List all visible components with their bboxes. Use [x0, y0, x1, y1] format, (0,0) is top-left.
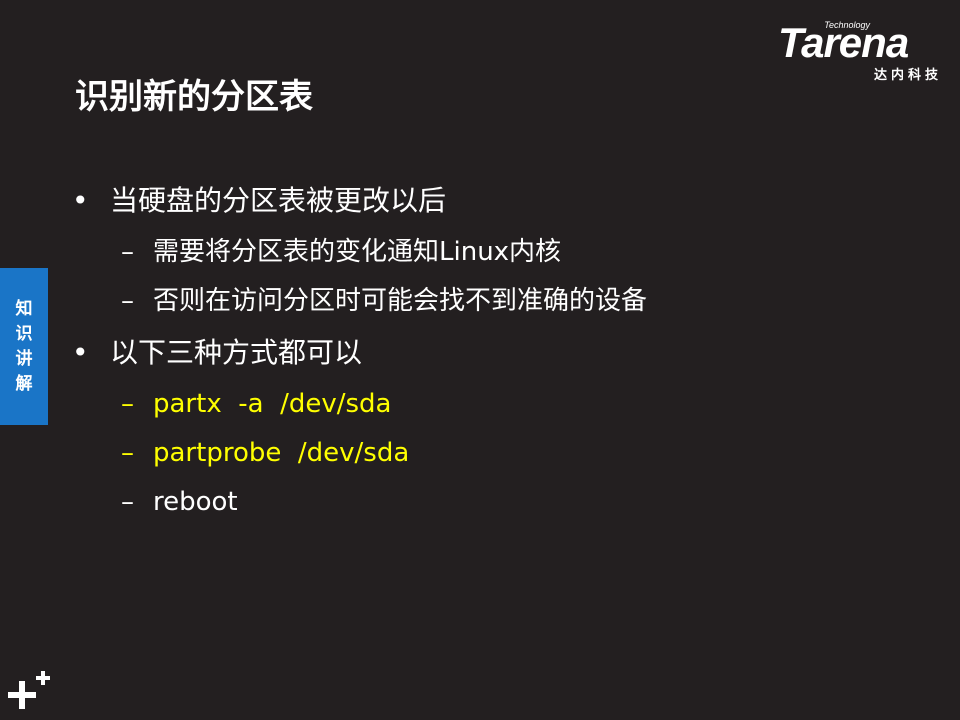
dash-marker: – — [121, 237, 134, 267]
bullet-marker: • — [72, 336, 89, 369]
logo-chinese: 达内科技 — [873, 68, 942, 83]
sub-bullet-text: partprobe /dev/sda — [153, 438, 410, 468]
sub-bullet-text: reboot — [153, 487, 238, 517]
tarena-logo: Technology Tarena 达内科技 — [778, 19, 946, 83]
dash-marker: – — [121, 438, 134, 468]
side-tab-char: 识 — [15, 323, 33, 344]
bullet-text: 当硬盘的分区表被更改以后 — [110, 184, 447, 217]
sub-bullet-item: – 需要将分区表的变化通知Linux内核 — [121, 235, 561, 269]
side-tab-char: 讲 — [15, 348, 33, 369]
sub-bullet-item: – partx -a /dev/sda — [121, 387, 391, 421]
dash-marker: – — [121, 389, 134, 419]
sub-bullet-text: 否则在访问分区时可能会找不到准确的设备 — [153, 286, 648, 316]
sub-bullet-text: partx -a /dev/sda — [153, 389, 392, 419]
bullet-item: • 当硬盘的分区表被更改以后 — [72, 183, 446, 219]
sub-bullet-text: 需要将分区表的变化通知Linux内核 — [153, 237, 562, 267]
side-tab: 知 识 讲 解 — [0, 268, 48, 425]
slide-title: 识别新的分区表 — [75, 77, 313, 117]
dash-marker: – — [121, 487, 134, 517]
sub-bullet-item: – 否则在访问分区时可能会找不到准确的设备 — [121, 284, 647, 318]
dash-marker: – — [121, 286, 134, 316]
sub-bullet-item: – reboot — [121, 485, 238, 519]
side-tab-char: 知 — [15, 298, 33, 319]
bullet-text: 以下三种方式都可以 — [110, 336, 363, 369]
side-tab-char: 解 — [15, 373, 33, 394]
logo-wordmark: Tarena — [778, 19, 909, 66]
bullet-marker: • — [72, 184, 89, 217]
plus-plus-icon — [8, 671, 50, 709]
sub-bullet-item: – partprobe /dev/sda — [121, 436, 409, 470]
bullet-item: • 以下三种方式都可以 — [72, 335, 362, 371]
